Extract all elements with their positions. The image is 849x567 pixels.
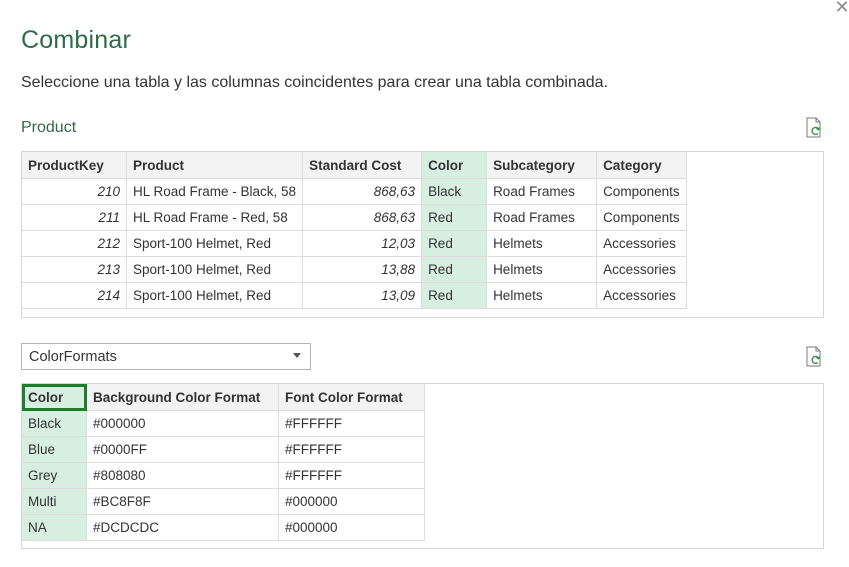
- column-header-selected[interactable]: Color: [22, 384, 87, 411]
- colorformats-table: Color Background Color Format Font Color…: [22, 384, 425, 541]
- column-header[interactable]: Subcategory: [486, 152, 598, 179]
- table-cell: 868,63: [302, 178, 423, 205]
- table-cell: Accessories: [596, 282, 687, 309]
- table-cell: #000000: [278, 514, 425, 541]
- table-cell: Sport-100 Helmet, Red: [126, 230, 304, 257]
- table-cell: 212: [22, 230, 127, 257]
- table-cell: Road Frames: [486, 178, 598, 205]
- table-cell: Blue: [22, 436, 87, 463]
- table-cell: 868,63: [302, 204, 423, 231]
- dialog-subtitle: Seleccione una tabla y las columnas coin…: [21, 74, 609, 91]
- table-row: NA #DCDCDC #000000: [22, 514, 425, 541]
- table-cell: #000000: [86, 410, 279, 437]
- table-cell: 211: [22, 204, 127, 231]
- table-row: 211 HL Road Frame - Red, 58 868,63 Red R…: [22, 204, 687, 231]
- table-cell: #FFFFFF: [278, 410, 425, 437]
- dialog-title: Combinar: [21, 26, 131, 54]
- table-cell: Road Frames: [486, 204, 598, 231]
- table-cell: #DCDCDC: [86, 514, 279, 541]
- column-header[interactable]: Product: [126, 152, 304, 179]
- table-cell: 12,03: [302, 230, 423, 257]
- table-cell: #000000: [278, 488, 425, 515]
- table-row: 212 Sport-100 Helmet, Red 12,03 Red Helm…: [22, 230, 687, 257]
- table-cell: Accessories: [596, 230, 687, 257]
- table-cell: 210: [22, 178, 127, 205]
- table-cell: Multi: [22, 488, 87, 515]
- table-cell: Sport-100 Helmet, Red: [126, 282, 304, 309]
- table-cell: Black: [22, 410, 87, 437]
- table-cell: Components: [596, 204, 687, 231]
- table-cell: Red: [421, 282, 488, 309]
- refresh-document-icon[interactable]: [804, 346, 824, 368]
- table-cell: Grey: [22, 462, 87, 489]
- table-row: Grey #808080 #FFFFFF: [22, 462, 425, 489]
- column-header[interactable]: Standard Cost: [302, 152, 423, 179]
- close-icon[interactable]: ✕: [833, 0, 849, 16]
- column-header-selected[interactable]: Color: [421, 152, 488, 179]
- table-row: 210 HL Road Frame - Black, 58 868,63 Bla…: [22, 178, 687, 205]
- table-cell: #FFFFFF: [278, 462, 425, 489]
- table-cell: #BC8F8F: [86, 488, 279, 515]
- first-table-label: Product: [21, 119, 77, 136]
- table-cell: Red: [421, 204, 488, 231]
- table-row: 214 Sport-100 Helmet, Red 13,09 Red Helm…: [22, 282, 687, 309]
- chevron-down-icon: [293, 353, 301, 358]
- column-header[interactable]: Font Color Format: [278, 384, 425, 411]
- table-cell: #0000FF: [86, 436, 279, 463]
- table-row: Multi #BC8F8F #000000: [22, 488, 425, 515]
- table-cell: 13,88: [302, 256, 423, 283]
- table-header-row: ProductKey Product Standard Cost Color S…: [22, 152, 687, 179]
- table-cell: Sport-100 Helmet, Red: [126, 256, 304, 283]
- table-cell: 213: [22, 256, 127, 283]
- table-cell: Accessories: [596, 256, 687, 283]
- table-cell: HL Road Frame - Red, 58: [126, 204, 304, 231]
- second-table-preview: Color Background Color Format Font Color…: [21, 383, 824, 549]
- table-row: Blue #0000FF #FFFFFF: [22, 436, 425, 463]
- table-cell: Components: [596, 178, 687, 205]
- second-table-select[interactable]: ColorFormats: [21, 343, 311, 370]
- table-row: 213 Sport-100 Helmet, Red 13,88 Red Helm…: [22, 256, 687, 283]
- refresh-document-icon[interactable]: [804, 117, 824, 139]
- column-header[interactable]: ProductKey: [22, 152, 127, 179]
- table-cell: 13,09: [302, 282, 423, 309]
- column-header[interactable]: Category: [596, 152, 687, 179]
- table-cell: NA: [22, 514, 87, 541]
- second-table-select-value: ColorFormats: [29, 349, 117, 365]
- table-cell: Red: [421, 256, 488, 283]
- table-cell: 214: [22, 282, 127, 309]
- table-cell: Black: [421, 178, 488, 205]
- table-cell: Red: [421, 230, 488, 257]
- table-cell: Helmets: [486, 282, 598, 309]
- table-cell: #FFFFFF: [278, 436, 425, 463]
- table-cell: #808080: [86, 462, 279, 489]
- table-cell: HL Road Frame - Black, 58: [126, 178, 304, 205]
- first-table-preview: ProductKey Product Standard Cost Color S…: [21, 151, 824, 318]
- table-cell: Helmets: [486, 256, 598, 283]
- column-header[interactable]: Background Color Format: [86, 384, 279, 411]
- product-table: ProductKey Product Standard Cost Color S…: [22, 152, 687, 309]
- table-header-row: Color Background Color Format Font Color…: [22, 384, 425, 411]
- table-cell: Helmets: [486, 230, 598, 257]
- table-row: Black #000000 #FFFFFF: [22, 410, 425, 437]
